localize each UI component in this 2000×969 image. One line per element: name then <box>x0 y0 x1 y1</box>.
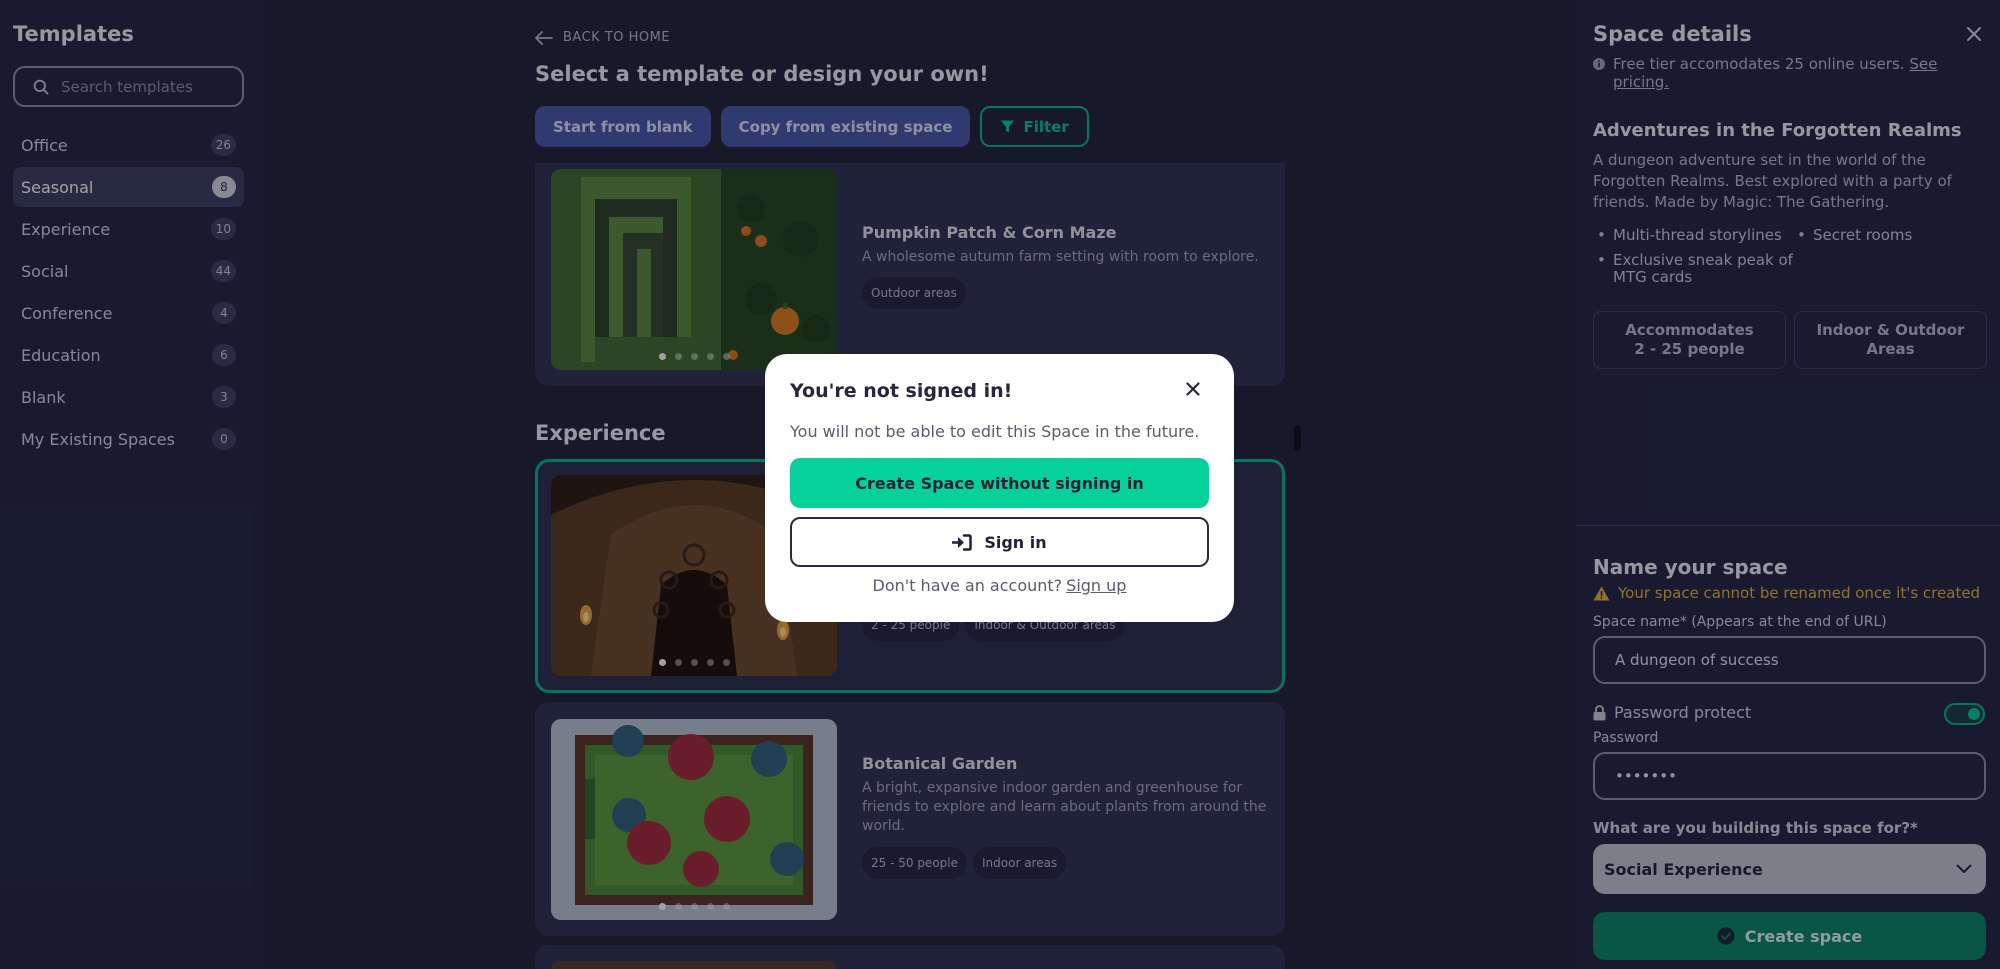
sign-in-icon <box>952 533 973 551</box>
sign-up-link[interactable]: Sign up <box>1066 576 1126 595</box>
close-icon[interactable] <box>1186 382 1200 396</box>
create-without-signin-button[interactable]: Create Space without signing in <box>790 458 1209 508</box>
sign-in-label: Sign in <box>984 532 1047 552</box>
not-signed-in-dialog: You're not signed in! You will not be ab… <box>765 354 1234 622</box>
dialog-message: You will not be able to edit this Space … <box>790 422 1200 441</box>
signup-prompt: Don't have an account? Sign up <box>765 576 1234 595</box>
signup-prompt-text: Don't have an account? <box>872 576 1063 595</box>
dialog-title: You're not signed in! <box>790 380 1013 402</box>
sign-in-button[interactable]: Sign in <box>790 517 1209 567</box>
